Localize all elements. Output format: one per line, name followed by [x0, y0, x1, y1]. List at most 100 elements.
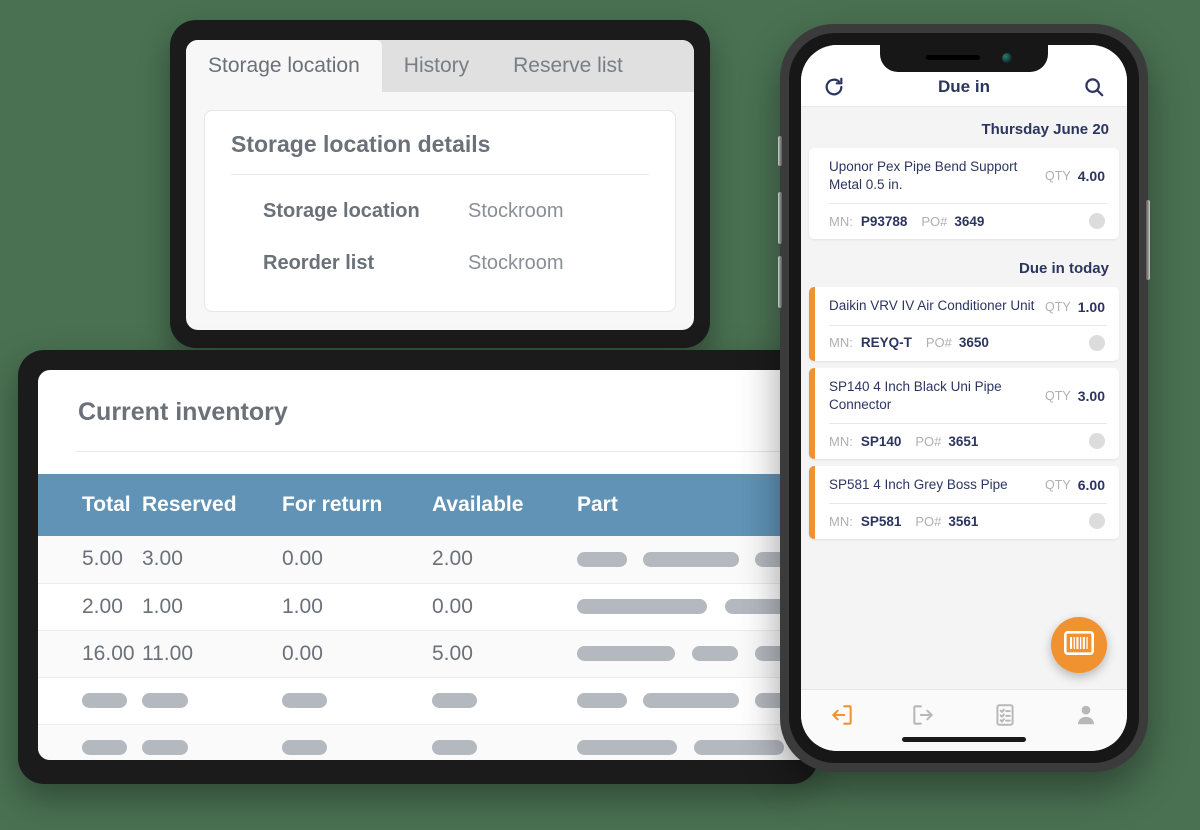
- item-name: Daikin VRV IV Air Conditioner Unit: [829, 298, 1035, 314]
- column-header-available[interactable]: Available: [432, 474, 577, 536]
- status-badge[interactable]: [1089, 433, 1105, 450]
- list-item-top: Uponor Pex Pipe Bend Support Metal 0.5 i…: [809, 148, 1119, 203]
- barcode-icon: [1063, 630, 1094, 660]
- table-row[interactable]: 5.00 3.00 0.00 2.00: [38, 536, 824, 584]
- placeholder-pill: [642, 552, 739, 568]
- qty-value: 3.00: [1077, 387, 1105, 404]
- po-value: 3561: [948, 513, 979, 529]
- accent-bar: [809, 287, 815, 361]
- qty-value: 4.00: [1077, 168, 1105, 185]
- status-badge[interactable]: [1089, 213, 1105, 230]
- refresh-icon[interactable]: [823, 76, 845, 98]
- status-badge[interactable]: [1089, 334, 1105, 351]
- po-value: 3649: [954, 213, 985, 229]
- arrow-into-box-icon: [829, 702, 855, 733]
- storage-location-window: Storage location History Reserve list St…: [170, 20, 710, 348]
- column-header-reserved[interactable]: Reserved: [142, 474, 282, 536]
- tab-history[interactable]: History: [381, 40, 492, 92]
- cell-for-return: [282, 724, 432, 760]
- field-row-reorder-list: Reorder list Stockroom: [231, 237, 649, 289]
- silent-switch[interactable]: [778, 136, 782, 166]
- phone-device: Due in Thursday June 20 Uponor Pex Pipe …: [778, 24, 1150, 772]
- nav-item-checklist[interactable]: [964, 702, 1046, 733]
- cell-reserved: 11.00: [142, 630, 282, 678]
- cell-reserved: 3.00: [142, 536, 282, 584]
- nav-item-due-out[interactable]: [883, 702, 965, 733]
- cell-reserved: 1.00: [142, 583, 282, 631]
- nav-item-profile[interactable]: [1046, 702, 1128, 733]
- placeholder-pill: [142, 693, 188, 709]
- phone-bezel: Due in Thursday June 20 Uponor Pex Pipe …: [789, 33, 1139, 763]
- list-item-bottom: MN: REYQ-T PO# 3650: [809, 326, 1119, 361]
- qty-label: QTY: [1045, 478, 1071, 493]
- placeholder-pill: [432, 740, 477, 756]
- mn-value: P93788: [860, 213, 908, 229]
- status-badge[interactable]: [1089, 513, 1105, 530]
- nav-item-due-in[interactable]: [801, 702, 883, 733]
- placeholder-pill: [577, 693, 627, 709]
- po-label: PO#: [915, 513, 942, 529]
- list-item-top: SP581 4 Inch Grey Boss Pipe QTY 6.00: [809, 466, 1119, 503]
- placeholder-pill: [577, 599, 707, 615]
- tab-reserve-list[interactable]: Reserve list: [491, 40, 645, 92]
- scan-barcode-fab[interactable]: [1051, 617, 1107, 673]
- power-button[interactable]: [1146, 200, 1150, 280]
- list-item[interactable]: Uponor Pex Pipe Bend Support Metal 0.5 i…: [809, 148, 1119, 240]
- inventory-table: Total Reserved For return Available Part…: [38, 474, 824, 760]
- column-header-for-return[interactable]: For return: [282, 474, 432, 536]
- list-item-bottom: MN: SP140 PO# 3651: [809, 424, 1119, 459]
- table-row[interactable]: 2.00 1.00 1.00 0.00: [38, 583, 824, 631]
- storage-location-details-panel: Storage location details Storage locatio…: [204, 110, 676, 312]
- placeholder-pill: [142, 740, 188, 756]
- table-row[interactable]: [38, 724, 824, 760]
- earpiece-speaker: [926, 55, 980, 60]
- list-item[interactable]: Daikin VRV IV Air Conditioner Unit QTY 1…: [809, 287, 1119, 361]
- po-label: PO#: [921, 213, 948, 229]
- placeholder-pill: [82, 740, 127, 756]
- search-icon[interactable]: [1083, 76, 1105, 98]
- home-indicator: [902, 737, 1026, 742]
- qty-value: 1.00: [1077, 298, 1105, 315]
- cell-total: 2.00: [38, 583, 142, 631]
- qty-label: QTY: [1045, 169, 1071, 184]
- placeholder-pill: [282, 693, 327, 709]
- list-item[interactable]: SP140 4 Inch Black Uni Pipe Connector QT…: [809, 367, 1119, 460]
- cell-for-return: 0.00: [282, 536, 432, 584]
- po-value: 3650: [958, 335, 989, 351]
- phone-screen: Due in Thursday June 20 Uponor Pex Pipe …: [801, 45, 1127, 751]
- po-label: PO#: [925, 335, 952, 351]
- divider: [231, 174, 649, 175]
- divider: [76, 451, 786, 452]
- mn-value: REYQ-T: [860, 335, 912, 351]
- due-in-list[interactable]: Thursday June 20 Uponor Pex Pipe Bend Su…: [801, 107, 1127, 591]
- placeholder-pill: [432, 693, 477, 709]
- cell-available: [432, 677, 577, 725]
- tab-label: History: [403, 54, 470, 77]
- cell-for-return: 0.00: [282, 630, 432, 678]
- cell-available: [432, 724, 577, 760]
- tab-storage-location[interactable]: Storage location: [186, 40, 382, 92]
- mn-value: SP140: [860, 433, 902, 449]
- panel-title: Storage location details: [231, 131, 491, 157]
- cell-total: [38, 677, 142, 725]
- cell-total: 16.00: [38, 630, 142, 678]
- list-item-bottom: MN: P93788 PO# 3649: [809, 204, 1119, 239]
- volume-down-button[interactable]: [778, 256, 782, 308]
- cell-available: 2.00: [432, 536, 577, 584]
- volume-up-button[interactable]: [778, 192, 782, 244]
- table-body: 5.00 3.00 0.00 2.00 2.00 1.00 1.00 0.00 …: [38, 536, 824, 760]
- qty-value: 6.00: [1077, 477, 1105, 494]
- section-heading: Due in today: [801, 246, 1127, 288]
- current-inventory-screen: Current inventory Total Reserved For ret…: [38, 370, 824, 760]
- accent-bar: [809, 367, 815, 460]
- list-item[interactable]: SP581 4 Inch Grey Boss Pipe QTY 6.00 MN:…: [809, 466, 1119, 540]
- mn-label: MN:: [829, 213, 853, 229]
- item-name: Uponor Pex Pipe Bend Support Metal 0.5 i…: [829, 159, 1018, 193]
- table-row[interactable]: 16.00 11.00 0.00 5.00: [38, 630, 824, 678]
- item-name: SP140 4 Inch Black Uni Pipe Connector: [829, 378, 1002, 412]
- storage-location-screen: Storage location History Reserve list St…: [186, 40, 694, 330]
- column-header-total[interactable]: Total: [38, 474, 142, 536]
- section-heading: Thursday June 20: [801, 107, 1127, 148]
- list-item-bottom: MN: SP581 PO# 3561: [809, 504, 1119, 539]
- table-row[interactable]: [38, 677, 824, 725]
